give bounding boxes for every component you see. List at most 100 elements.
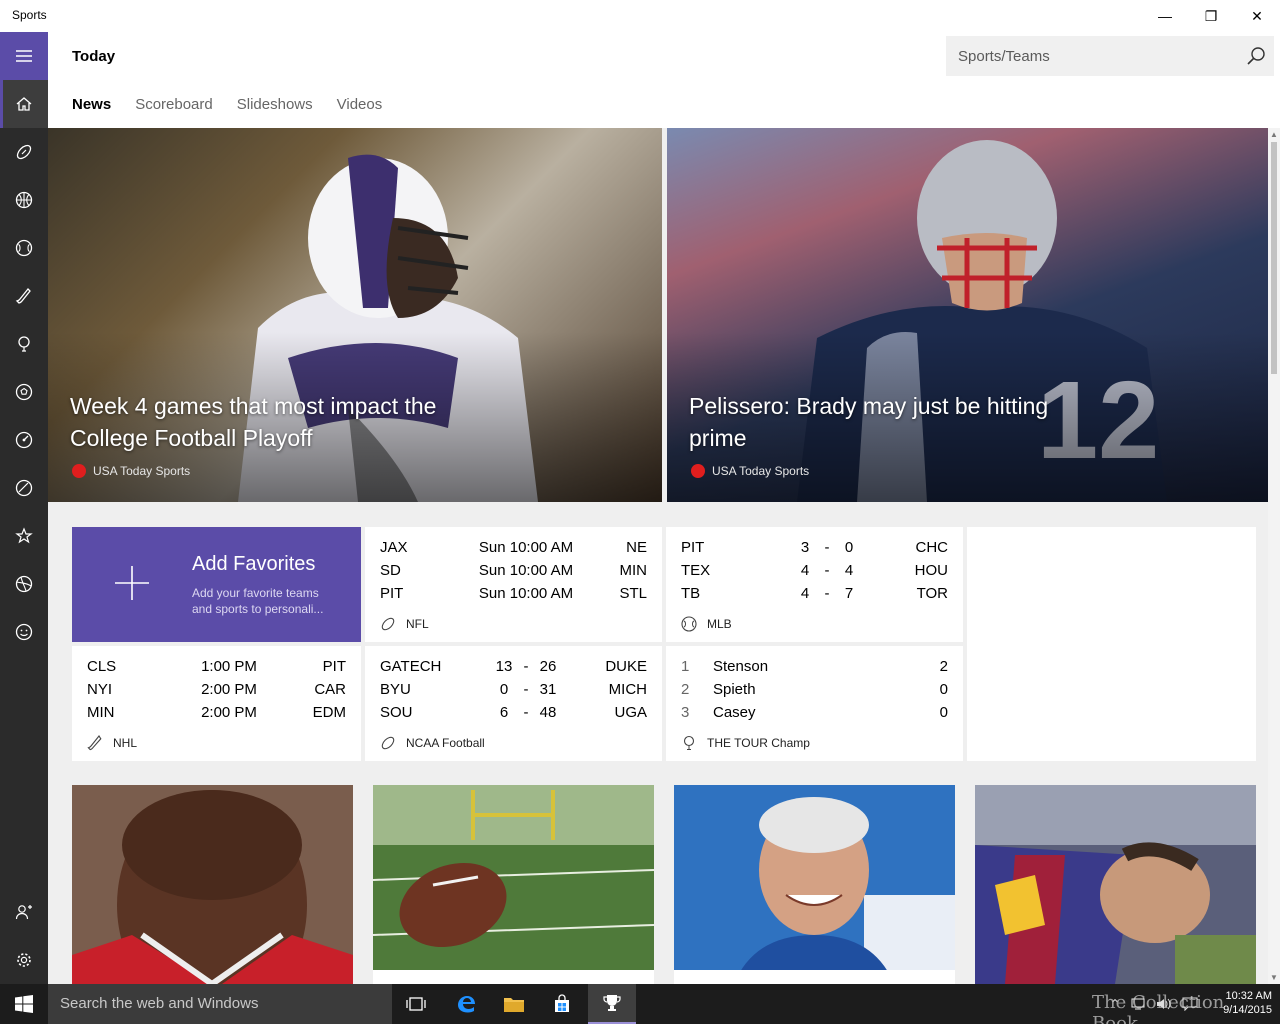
search-input[interactable] xyxy=(946,36,1236,76)
scoreboard-tile-nhl[interactable]: CLS 1:00 PM PIT NYI 2:00 PM CAR MIN 2:00… xyxy=(72,646,361,761)
league-name: NCAA Football xyxy=(406,736,485,750)
away-team: MICH xyxy=(608,681,647,698)
tab-scoreboard[interactable]: Scoreboard xyxy=(135,96,213,113)
league-label: NCAA Football xyxy=(380,735,485,751)
away-team: STL xyxy=(619,585,647,602)
football-icon xyxy=(381,617,395,631)
player-score: 0 xyxy=(939,704,948,721)
player-score: 2 xyxy=(939,658,948,675)
home-team: SD xyxy=(380,562,401,579)
maximize-button[interactable]: ❐ xyxy=(1188,0,1234,32)
nav-item-nba[interactable] xyxy=(0,176,48,224)
add-favorites-title: Add Favorites xyxy=(192,553,316,575)
nav-item-mlb[interactable] xyxy=(0,224,48,272)
edge-browser-button[interactable] xyxy=(442,984,490,1024)
hero-headline[interactable]: Pelissero: Brady may just be hitting pri… xyxy=(689,390,1109,454)
hero-story-college-football[interactable]: Week 4 games that most impact the Colleg… xyxy=(48,128,662,502)
game-score: 3-0 xyxy=(800,539,854,556)
nav-item-ncaa-basketball[interactable] xyxy=(0,560,48,608)
story-tile-football[interactable] xyxy=(373,785,654,984)
file-explorer-button[interactable] xyxy=(490,984,538,1024)
minimize-button[interactable]: — xyxy=(1142,0,1188,32)
rank: 3 xyxy=(681,704,690,721)
leaderboard-row: 1 Stenson 2 xyxy=(681,658,948,681)
story-tile-coach[interactable] xyxy=(674,785,955,984)
away-team: NE xyxy=(626,539,647,556)
nav-item-favorites[interactable] xyxy=(0,512,48,560)
notifications-icon[interactable] xyxy=(1182,997,1198,1011)
hero-source: USA Today Sports xyxy=(691,464,809,478)
scoreboard-tile-golf[interactable]: 1 Stenson 2 2 Spieth 0 3 Casey 0 THE TOU… xyxy=(666,646,963,761)
player-name: Stenson xyxy=(713,658,769,675)
search-box xyxy=(946,36,1274,76)
home-team: PIT xyxy=(681,539,705,556)
hero-source-label: USA Today Sports xyxy=(712,464,810,478)
search-icon[interactable] xyxy=(1246,46,1266,66)
scoreboard-tile-nfl[interactable]: JAX Sun 10:00 AM NE SD Sun 10:00 AM MIN … xyxy=(365,527,662,642)
game-score: 6-48 xyxy=(499,704,557,721)
scoreboard-tile-mlb[interactable]: PIT 3-0 CHC TEX 4-4 HOU TB 4-7 TOR MLB xyxy=(666,527,963,642)
hero-headline[interactable]: Week 4 games that most impact the Colleg… xyxy=(70,390,490,454)
nav-item-soccer[interactable] xyxy=(0,368,48,416)
nav-item-golf[interactable] xyxy=(0,320,48,368)
story-tile-basketball[interactable] xyxy=(72,785,353,984)
volume-icon[interactable] xyxy=(1156,997,1172,1011)
taskbar-search-box[interactable]: Search the web and Windows xyxy=(48,984,392,1024)
start-button[interactable] xyxy=(0,984,48,1024)
content-scrollbar[interactable]: ▲ ▼ xyxy=(1268,128,1280,984)
scroll-down-icon[interactable]: ▼ xyxy=(1270,973,1278,982)
hamburger-menu-button[interactable] xyxy=(0,32,48,80)
scroll-up-icon[interactable]: ▲ xyxy=(1270,130,1278,139)
story-tile-soccer[interactable] xyxy=(975,785,1256,984)
nav-item-racing[interactable] xyxy=(0,416,48,464)
golf-icon xyxy=(18,336,30,352)
away-team: DUKE xyxy=(605,658,647,675)
taskbar: Search the web and Windows The Collectio… xyxy=(0,984,1280,1024)
score-row: BYU 0-31 MICH xyxy=(380,681,647,704)
close-button[interactable]: ✕ xyxy=(1234,0,1280,32)
game-score: 4-7 xyxy=(800,585,854,602)
leaderboard-row: 3 Casey 0 xyxy=(681,704,948,727)
tray-overflow-icon[interactable]: ⌃ xyxy=(1110,997,1120,1011)
game-time: Sun 10:00 AM xyxy=(478,585,574,602)
score-row: TEX 4-4 HOU xyxy=(681,562,948,585)
nav-item-nhl[interactable] xyxy=(0,272,48,320)
taskbar-clock[interactable]: 10:32 AM 9/14/2015 xyxy=(1212,989,1272,1017)
scoreboard-tile-ncaa-football[interactable]: GATECH 13-26 DUKE BYU 0-31 MICH SOU 6-48… xyxy=(365,646,662,761)
home-team: MIN xyxy=(87,704,115,721)
network-icon[interactable] xyxy=(1130,997,1146,1011)
home-team: CLS xyxy=(87,658,117,675)
home-team: PIT xyxy=(380,585,404,602)
nav-item-settings[interactable] xyxy=(0,936,48,984)
scroll-thumb[interactable] xyxy=(1271,142,1277,374)
edge-browser-icon xyxy=(458,996,475,1013)
tab-news[interactable]: News xyxy=(72,96,111,113)
home-team: SOU xyxy=(380,704,413,721)
tab-slideshows[interactable]: Slideshows xyxy=(237,96,313,113)
page-title: Today xyxy=(72,48,116,65)
favorites-star-icon xyxy=(15,527,33,544)
game-score: 0-31 xyxy=(499,681,557,698)
score-row: CLS 1:00 PM PIT xyxy=(87,658,346,681)
task-view-button[interactable] xyxy=(392,984,440,1024)
add-favorites-tile[interactable]: Add Favorites Add your favorite teams an… xyxy=(72,527,361,642)
hero-story-brady[interactable]: 12 Pelissero: Brady may just be hitting … xyxy=(667,128,1268,502)
nav-item-ncaa-football[interactable] xyxy=(0,464,48,512)
league-label: NHL xyxy=(87,735,137,751)
tab-videos[interactable]: Videos xyxy=(337,96,383,113)
leaderboard-row: 2 Spieth 0 xyxy=(681,681,948,704)
ncaa-basketball-icon xyxy=(15,575,33,593)
nav-item-nfl[interactable] xyxy=(0,128,48,176)
store-bag-icon xyxy=(555,994,569,1012)
away-team: HOU xyxy=(914,562,948,579)
game-time: 1:00 PM xyxy=(201,658,257,675)
store-button[interactable] xyxy=(538,984,586,1024)
nav-item-fun[interactable] xyxy=(0,608,48,656)
score-row: PIT 3-0 CHC xyxy=(681,539,948,562)
nav-item-account[interactable] xyxy=(0,888,48,936)
nav-item-home[interactable] xyxy=(0,80,48,128)
trophy-icon xyxy=(603,995,621,1011)
basketball-player-photo xyxy=(72,785,353,984)
nav-rail xyxy=(0,32,48,984)
sports-app-button[interactable] xyxy=(588,984,636,1024)
